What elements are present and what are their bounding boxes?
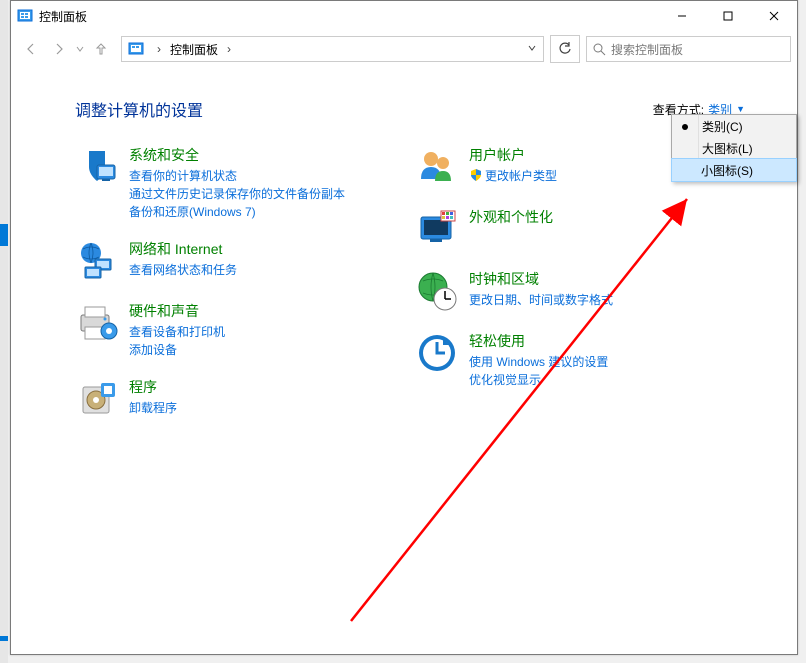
forward-button[interactable] (45, 37, 73, 61)
maximize-button[interactable] (705, 1, 751, 31)
menu-item-small-icons[interactable]: 小图标(S) (671, 158, 797, 182)
category-sublink[interactable]: 添加设备 (129, 341, 225, 359)
chevron-right-icon[interactable]: › (150, 42, 168, 56)
breadcrumb[interactable]: › 控制面板 › (150, 37, 238, 61)
network-icon (75, 239, 119, 283)
menu-item-category[interactable]: 类别(C) (672, 115, 796, 137)
search-icon (591, 43, 607, 56)
category-appearance-and-personalization: 外观和个性化 (415, 207, 745, 251)
ease-of-access-icon (415, 331, 459, 375)
category-sublink[interactable]: 更改日期、时间或数字格式 (469, 291, 613, 309)
address-dropdown[interactable] (521, 42, 543, 56)
chevron-right-icon[interactable]: › (220, 42, 238, 56)
printer-icon (75, 301, 119, 345)
category-sublink[interactable]: 查看网络状态和任务 (129, 261, 237, 279)
control-panel-window: 控制面板 › 控制面板 › (10, 0, 798, 655)
category-network-and-internet: 网络和 Internet 查看网络状态和任务 (75, 239, 405, 283)
back-button[interactable] (17, 37, 45, 61)
category-sublink[interactable]: 优化视觉显示 (469, 371, 608, 389)
clock-region-icon (415, 269, 459, 313)
bullet-icon (680, 121, 690, 131)
category-programs: 程序 卸载程序 (75, 377, 405, 421)
window-title: 控制面板 (39, 8, 87, 25)
close-button[interactable] (751, 1, 797, 31)
minimize-button[interactable] (659, 1, 705, 31)
title-bar: 控制面板 (11, 1, 797, 31)
background-strip-accent (0, 636, 8, 641)
category-title[interactable]: 系统和安全 (129, 145, 345, 165)
nav-bar: › 控制面板 › 搜索控制面板 (11, 31, 797, 73)
breadcrumb-item[interactable]: 控制面板 (168, 41, 220, 58)
recent-dropdown[interactable] (73, 37, 87, 61)
category-title[interactable]: 轻松使用 (469, 331, 608, 351)
category-title[interactable]: 外观和个性化 (469, 207, 553, 227)
control-panel-icon (17, 8, 33, 24)
category-sublink[interactable]: 卸载程序 (129, 399, 177, 417)
page-title: 调整计算机的设置 (75, 97, 203, 121)
programs-icon (75, 377, 119, 421)
category-sublink[interactable]: 备份和还原(Windows 7) (129, 203, 345, 221)
appearance-icon (415, 207, 459, 251)
menu-item-large-icons[interactable]: 大图标(L) (672, 137, 796, 159)
category-title[interactable]: 程序 (129, 377, 177, 397)
category-sublink[interactable]: 使用 Windows 建议的设置 (469, 353, 608, 371)
category-title[interactable]: 时钟和区域 (469, 269, 613, 289)
control-panel-icon (126, 39, 146, 59)
category-sublink[interactable]: 查看你的计算机状态 (129, 167, 345, 185)
refresh-button[interactable] (550, 35, 580, 63)
category-sublink[interactable]: 查看设备和打印机 (129, 323, 225, 341)
search-placeholder: 搜索控制面板 (611, 41, 683, 58)
category-sublink[interactable]: 更改帐户类型 (469, 167, 557, 185)
user-accounts-icon (415, 145, 459, 189)
category-clock-and-region: 时钟和区域 更改日期、时间或数字格式 (415, 269, 745, 313)
category-sublink[interactable]: 通过文件历史记录保存你的文件备份副本 (129, 185, 345, 203)
search-input[interactable]: 搜索控制面板 (586, 36, 791, 62)
category-title[interactable]: 网络和 Internet (129, 239, 237, 259)
view-by-menu: 类别(C) 大图标(L) 小图标(S) (671, 114, 797, 182)
category-ease-of-access: 轻松使用 使用 Windows 建议的设置 优化视觉显示 (415, 331, 745, 389)
chevron-down-icon: ▼ (736, 104, 745, 114)
up-button[interactable] (87, 37, 115, 61)
category-column-left: 系统和安全 查看你的计算机状态 通过文件历史记录保存你的文件备份副本 备份和还原… (75, 145, 405, 439)
shield-computer-icon (75, 145, 119, 189)
category-system-and-security: 系统和安全 查看你的计算机状态 通过文件历史记录保存你的文件备份副本 备份和还原… (75, 145, 405, 221)
category-hardware-and-sound: 硬件和声音 查看设备和打印机 添加设备 (75, 301, 405, 359)
category-title[interactable]: 硬件和声音 (129, 301, 225, 321)
category-column-right: 用户帐户 更改帐户类型 外观和个性化 (405, 145, 745, 439)
address-bar[interactable]: › 控制面板 › (121, 36, 544, 62)
background-strip (0, 0, 8, 663)
window-controls (659, 1, 797, 31)
category-title[interactable]: 用户帐户 (469, 145, 557, 165)
uac-shield-icon (469, 168, 483, 182)
background-strip-accent (0, 224, 8, 246)
